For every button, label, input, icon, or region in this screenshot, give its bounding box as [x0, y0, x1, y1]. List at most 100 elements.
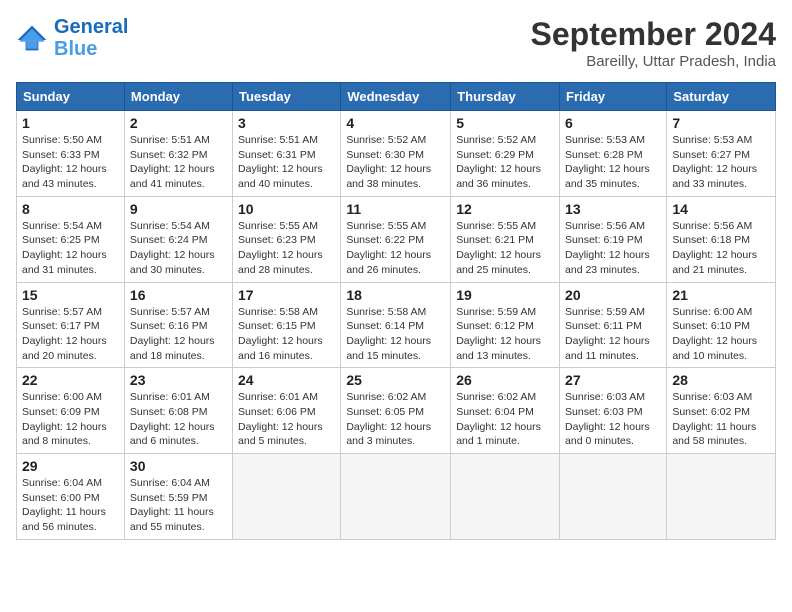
day-info: Sunrise: 5:57 AM Sunset: 6:17 PM Dayligh…	[22, 305, 119, 364]
day-cell-10: 10 Sunrise: 5:55 AM Sunset: 6:23 PM Dayli…	[233, 196, 341, 282]
empty-cell	[451, 454, 560, 540]
day-info: Sunrise: 5:55 AM Sunset: 6:22 PM Dayligh…	[346, 219, 445, 278]
week-row-4: 22 Sunrise: 6:00 AM Sunset: 6:09 PM Dayli…	[17, 368, 776, 454]
empty-cell	[667, 454, 776, 540]
day-number: 22	[22, 372, 119, 388]
empty-cell	[560, 454, 667, 540]
day-number: 24	[238, 372, 335, 388]
logo-text: General Blue	[54, 16, 128, 60]
day-info: Sunrise: 5:55 AM Sunset: 6:23 PM Dayligh…	[238, 219, 335, 278]
day-info: Sunrise: 5:56 AM Sunset: 6:19 PM Dayligh…	[565, 219, 661, 278]
day-cell-4: 4Sunrise: 5:52 AM Sunset: 6:30 PM Daylig…	[341, 111, 451, 197]
day-info: Sunrise: 6:03 AM Sunset: 6:03 PM Dayligh…	[565, 390, 661, 449]
week-row-5: 29 Sunrise: 6:04 AM Sunset: 6:00 PM Dayli…	[17, 454, 776, 540]
weekday-header-row: SundayMondayTuesdayWednesdayThursdayFrid…	[17, 83, 776, 111]
logo-icon	[16, 24, 48, 52]
day-cell-6: 6 Sunrise: 5:53 AM Sunset: 6:28 PM Daylig…	[560, 111, 667, 197]
day-cell-17: 17Sunrise: 5:58 AM Sunset: 6:15 PM Dayli…	[233, 282, 341, 368]
day-number: 18	[346, 287, 445, 303]
day-cell-28: 28 Sunrise: 6:03 AM Sunset: 6:02 PM Dayli…	[667, 368, 776, 454]
day-info: Sunrise: 6:04 AM Sunset: 5:59 PM Dayligh…	[130, 476, 227, 535]
day-cell-18: 18 Sunrise: 5:58 AM Sunset: 6:14 PM Dayli…	[341, 282, 451, 368]
day-number: 12	[456, 201, 554, 217]
day-cell-26: 26 Sunrise: 6:02 AM Sunset: 6:04 PM Dayli…	[451, 368, 560, 454]
day-number: 25	[346, 372, 445, 388]
day-number: 9	[130, 201, 227, 217]
day-info: Sunrise: 6:00 AM Sunset: 6:10 PM Dayligh…	[672, 305, 770, 364]
day-number: 7	[672, 115, 770, 131]
day-cell-9: 9Sunrise: 5:54 AM Sunset: 6:24 PM Daylig…	[124, 196, 232, 282]
day-number: 10	[238, 201, 335, 217]
day-number: 4	[346, 115, 445, 131]
day-cell-29: 29 Sunrise: 6:04 AM Sunset: 6:00 PM Dayli…	[17, 454, 125, 540]
day-number: 6	[565, 115, 661, 131]
day-number: 23	[130, 372, 227, 388]
day-number: 30	[130, 458, 227, 474]
day-cell-24: 24 Sunrise: 6:01 AM Sunset: 6:06 PM Dayli…	[233, 368, 341, 454]
day-cell-30: 30 Sunrise: 6:04 AM Sunset: 5:59 PM Dayli…	[124, 454, 232, 540]
day-info: Sunrise: 5:51 AM Sunset: 6:31 PM Dayligh…	[238, 133, 335, 192]
day-number: 5	[456, 115, 554, 131]
day-number: 27	[565, 372, 661, 388]
day-cell-15: 15Sunrise: 5:57 AM Sunset: 6:17 PM Dayli…	[17, 282, 125, 368]
day-info: Sunrise: 5:57 AM Sunset: 6:16 PM Dayligh…	[130, 305, 227, 364]
day-cell-3: 3 Sunrise: 5:51 AM Sunset: 6:31 PM Daylig…	[233, 111, 341, 197]
day-number: 2	[130, 115, 227, 131]
day-cell-19: 19 Sunrise: 5:59 AM Sunset: 6:12 PM Dayli…	[451, 282, 560, 368]
day-cell-2: 2Sunrise: 5:51 AM Sunset: 6:32 PM Daylig…	[124, 111, 232, 197]
day-number: 13	[565, 201, 661, 217]
day-info: Sunrise: 6:01 AM Sunset: 6:06 PM Dayligh…	[238, 390, 335, 449]
day-cell-25: 25 Sunrise: 6:02 AM Sunset: 6:05 PM Dayli…	[341, 368, 451, 454]
day-info: Sunrise: 6:01 AM Sunset: 6:08 PM Dayligh…	[130, 390, 227, 449]
day-info: Sunrise: 5:59 AM Sunset: 6:11 PM Dayligh…	[565, 305, 661, 364]
day-cell-13: 13 Sunrise: 5:56 AM Sunset: 6:19 PM Dayli…	[560, 196, 667, 282]
day-info: Sunrise: 5:55 AM Sunset: 6:21 PM Dayligh…	[456, 219, 554, 278]
day-number: 20	[565, 287, 661, 303]
day-cell-23: 23 Sunrise: 6:01 AM Sunset: 6:08 PM Dayli…	[124, 368, 232, 454]
week-row-3: 15Sunrise: 5:57 AM Sunset: 6:17 PM Dayli…	[17, 282, 776, 368]
day-number: 1	[22, 115, 119, 131]
day-info: Sunrise: 5:59 AM Sunset: 6:12 PM Dayligh…	[456, 305, 554, 364]
empty-cell	[233, 454, 341, 540]
logo: General Blue	[16, 16, 128, 60]
day-info: Sunrise: 5:50 AM Sunset: 6:33 PM Dayligh…	[22, 133, 119, 192]
day-info: Sunrise: 6:04 AM Sunset: 6:00 PM Dayligh…	[22, 476, 119, 535]
weekday-monday: Monday	[124, 83, 232, 111]
day-info: Sunrise: 5:54 AM Sunset: 6:25 PM Dayligh…	[22, 219, 119, 278]
day-info: Sunrise: 6:03 AM Sunset: 6:02 PM Dayligh…	[672, 390, 770, 449]
day-cell-14: 14Sunrise: 5:56 AM Sunset: 6:18 PM Dayli…	[667, 196, 776, 282]
day-cell-21: 21Sunrise: 6:00 AM Sunset: 6:10 PM Dayli…	[667, 282, 776, 368]
week-row-2: 8 Sunrise: 5:54 AM Sunset: 6:25 PM Daylig…	[17, 196, 776, 282]
empty-cell	[341, 454, 451, 540]
day-cell-22: 22 Sunrise: 6:00 AM Sunset: 6:09 PM Dayli…	[17, 368, 125, 454]
day-cell-5: 5 Sunrise: 5:52 AM Sunset: 6:29 PM Daylig…	[451, 111, 560, 197]
day-number: 29	[22, 458, 119, 474]
day-info: Sunrise: 5:58 AM Sunset: 6:15 PM Dayligh…	[238, 305, 335, 364]
week-row-1: 1 Sunrise: 5:50 AM Sunset: 6:33 PM Daylig…	[17, 111, 776, 197]
calendar-table: SundayMondayTuesdayWednesdayThursdayFrid…	[16, 82, 776, 540]
day-number: 28	[672, 372, 770, 388]
day-info: Sunrise: 5:58 AM Sunset: 6:14 PM Dayligh…	[346, 305, 445, 364]
month-title: September 2024	[531, 16, 776, 53]
day-info: Sunrise: 5:52 AM Sunset: 6:29 PM Dayligh…	[456, 133, 554, 192]
location: Bareilly, Uttar Pradesh, India	[531, 53, 776, 70]
day-cell-11: 11 Sunrise: 5:55 AM Sunset: 6:22 PM Dayli…	[341, 196, 451, 282]
day-info: Sunrise: 5:53 AM Sunset: 6:27 PM Dayligh…	[672, 133, 770, 192]
weekday-thursday: Thursday	[451, 83, 560, 111]
day-number: 3	[238, 115, 335, 131]
day-info: Sunrise: 5:53 AM Sunset: 6:28 PM Dayligh…	[565, 133, 661, 192]
day-number: 19	[456, 287, 554, 303]
day-info: Sunrise: 6:00 AM Sunset: 6:09 PM Dayligh…	[22, 390, 119, 449]
day-number: 8	[22, 201, 119, 217]
day-cell-12: 12 Sunrise: 5:55 AM Sunset: 6:21 PM Dayli…	[451, 196, 560, 282]
weekday-wednesday: Wednesday	[341, 83, 451, 111]
day-number: 11	[346, 201, 445, 217]
day-number: 26	[456, 372, 554, 388]
day-info: Sunrise: 6:02 AM Sunset: 6:04 PM Dayligh…	[456, 390, 554, 449]
day-cell-16: 16Sunrise: 5:57 AM Sunset: 6:16 PM Dayli…	[124, 282, 232, 368]
day-info: Sunrise: 5:56 AM Sunset: 6:18 PM Dayligh…	[672, 219, 770, 278]
weekday-tuesday: Tuesday	[233, 83, 341, 111]
day-cell-7: 7 Sunrise: 5:53 AM Sunset: 6:27 PM Daylig…	[667, 111, 776, 197]
day-info: Sunrise: 6:02 AM Sunset: 6:05 PM Dayligh…	[346, 390, 445, 449]
page-header: General Blue September 2024 Bareilly, Ut…	[16, 16, 776, 70]
